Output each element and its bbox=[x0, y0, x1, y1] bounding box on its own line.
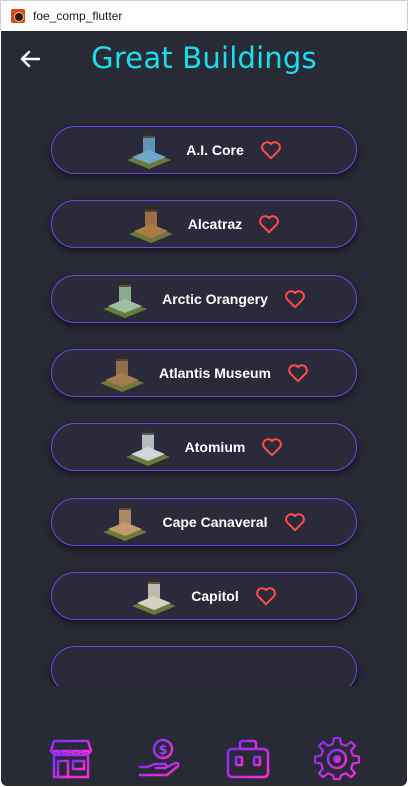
building-card-content: Cape Canaveral bbox=[102, 502, 305, 542]
building-card[interactable]: Alcatraz bbox=[51, 200, 357, 248]
gear-icon[interactable] bbox=[313, 736, 360, 781]
building-name: Atlantis Museum bbox=[158, 365, 271, 381]
building-name: Atomium bbox=[184, 439, 246, 455]
heart-icon[interactable] bbox=[287, 363, 309, 383]
building-thumbnail-icon bbox=[99, 353, 144, 392]
building-card-content: Atomium bbox=[125, 427, 284, 467]
building-thumbnail-icon bbox=[103, 279, 148, 318]
building-card-content: Alcatraz bbox=[128, 204, 280, 244]
building-name: Arctic Orangery bbox=[162, 291, 268, 307]
building-name: Cape Canaveral bbox=[162, 514, 268, 530]
app-logo-icon bbox=[11, 9, 25, 23]
building-card[interactable]: A.I. Core bbox=[51, 126, 357, 174]
store-icon[interactable] bbox=[48, 737, 94, 781]
building-thumbnail-icon bbox=[132, 576, 177, 615]
building-card[interactable]: Arctic Orangery bbox=[51, 275, 357, 323]
building-card-content: Atlantis Museum bbox=[99, 353, 309, 393]
heart-icon[interactable] bbox=[261, 437, 283, 457]
building-card[interactable]: Atomium bbox=[51, 423, 357, 471]
page-title: Great Buildings bbox=[91, 41, 317, 75]
building-card-content: Capitol bbox=[131, 576, 276, 616]
building-name: Capitol bbox=[191, 588, 239, 604]
app-screen: Great Buildings A.I. Core Alcatraz Arctic … bbox=[1, 31, 407, 786]
heart-icon[interactable] bbox=[284, 512, 306, 532]
bottom-navigation: $ bbox=[1, 731, 407, 786]
building-card[interactable]: Capitol bbox=[51, 572, 357, 620]
building-name: A.I. Core bbox=[186, 142, 244, 158]
heart-icon[interactable] bbox=[260, 140, 282, 160]
building-thumbnail-icon bbox=[127, 130, 172, 169]
heart-icon[interactable] bbox=[255, 586, 277, 606]
svg-text:$: $ bbox=[158, 743, 167, 758]
building-thumbnail-icon bbox=[103, 502, 148, 541]
window-title: foe_comp_flutter bbox=[33, 9, 123, 23]
building-card-partial[interactable] bbox=[51, 646, 357, 686]
building-thumbnail-icon bbox=[125, 427, 170, 466]
building-list[interactable]: A.I. Core Alcatraz Arctic Orangery Atlantis… bbox=[1, 123, 407, 686]
building-card[interactable]: Atlantis Museum bbox=[51, 349, 357, 397]
building-card-content: Arctic Orangery bbox=[102, 279, 306, 319]
building-card-content: A.I. Core bbox=[126, 130, 282, 170]
building-thumbnail-icon bbox=[128, 204, 173, 243]
heart-icon[interactable] bbox=[258, 214, 280, 234]
building-card[interactable]: Cape Canaveral bbox=[51, 498, 357, 546]
toolbox-icon[interactable] bbox=[225, 737, 271, 781]
coin-hand-icon[interactable]: $ bbox=[137, 737, 183, 781]
building-name: Alcatraz bbox=[187, 216, 243, 232]
window-titlebar: foe_comp_flutter bbox=[0, 0, 408, 31]
heart-icon[interactable] bbox=[284, 289, 306, 309]
